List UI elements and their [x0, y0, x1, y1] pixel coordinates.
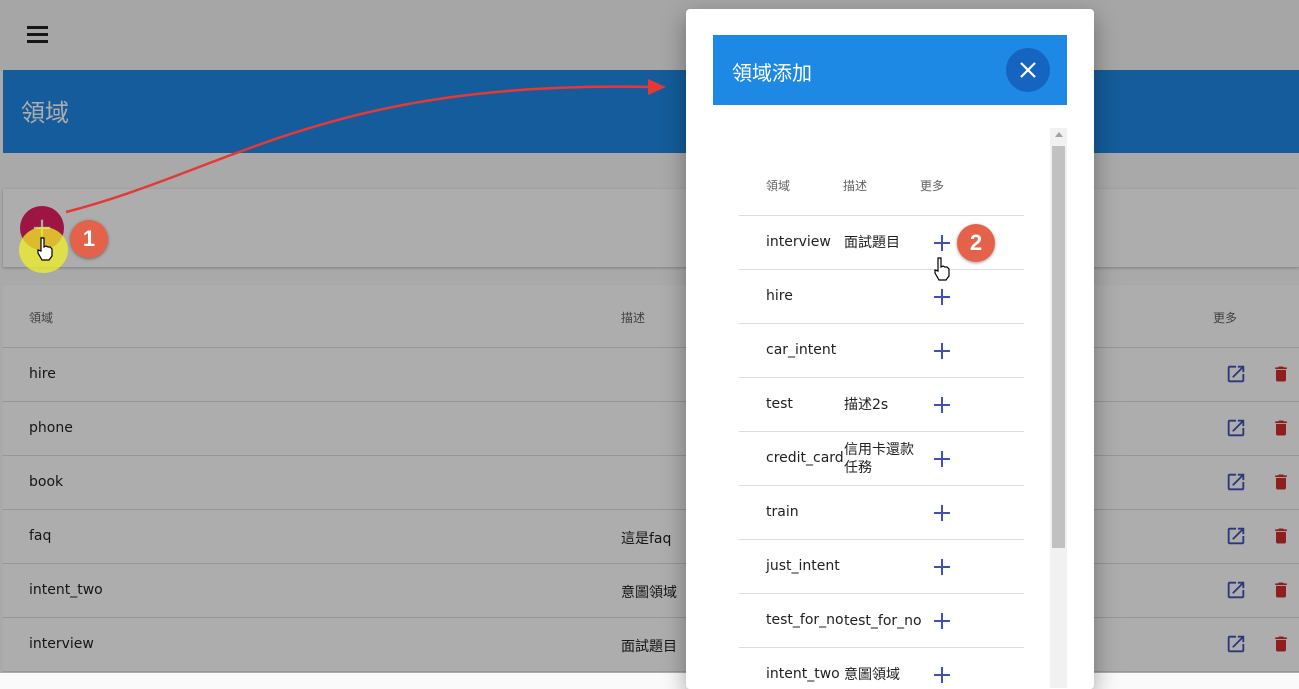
dialog-scrollbar[interactable] [1050, 128, 1067, 688]
scroll-thumb[interactable] [1052, 146, 1065, 548]
add-icon[interactable] [932, 287, 952, 307]
add-icon[interactable] [932, 557, 952, 577]
row-description: 意圖領域 [844, 667, 900, 683]
dialog-table-row: hire [739, 270, 1024, 324]
add-icon[interactable] [932, 395, 952, 415]
row-domain: just_intent [766, 558, 840, 574]
dialog-column-domain: 領域 [766, 179, 791, 193]
row-domain: test [766, 396, 793, 412]
dialog-table-header: 領域 描述 更多 [739, 164, 1024, 216]
add-domain-dialog: 領域添加 領域 描述 更多 interview 面試題目 hire car_inten… [686, 9, 1094, 689]
dialog-table-row: train [739, 486, 1024, 540]
row-description: 面試題目 [844, 235, 900, 251]
dialog-table-row: just_intent [739, 540, 1024, 594]
add-icon[interactable] [932, 341, 952, 361]
annotation-arrow [65, 79, 666, 214]
row-domain: hire [766, 288, 793, 304]
dialog-table-row: intent_two 意圖領域 [739, 648, 1024, 689]
row-domain: train [766, 504, 799, 520]
scroll-up-arrow-icon[interactable] [1055, 132, 1063, 137]
add-icon[interactable] [932, 611, 952, 631]
row-domain: credit_card [766, 450, 844, 466]
dialog-table-row: test 描述2s [739, 378, 1024, 432]
dialog-title: 領域添加 [732, 61, 812, 85]
add-icon[interactable] [932, 503, 952, 523]
close-icon [1020, 62, 1036, 78]
add-icon[interactable] [932, 665, 952, 685]
dialog-header: 領域添加 [713, 35, 1067, 105]
row-description: 描述2s [844, 397, 889, 413]
add-icon[interactable] [932, 449, 952, 469]
dialog-table-row: test_for_no test_for_no [739, 594, 1024, 648]
row-domain: interview [766, 234, 831, 250]
row-domain: test_for_no [766, 612, 844, 628]
dialog-column-description: 描述 [843, 179, 868, 193]
row-description: test_for_no [844, 613, 922, 629]
hand-cursor-icon [37, 237, 53, 261]
row-domain: intent_two [766, 666, 840, 682]
step-badge-1: 1 [70, 220, 108, 258]
hand-cursor-icon [934, 257, 950, 281]
row-description: 信用卡還款任務 [844, 442, 914, 476]
close-button[interactable] [1006, 48, 1050, 92]
step-badge-2: 2 [957, 224, 995, 262]
dialog-table-row: credit_card 信用卡還款任務 [739, 432, 1024, 486]
add-icon[interactable] [932, 233, 952, 253]
row-domain: car_intent [766, 342, 837, 358]
dialog-column-more: 更多 [920, 179, 945, 193]
dialog-table-row: car_intent [739, 324, 1024, 378]
